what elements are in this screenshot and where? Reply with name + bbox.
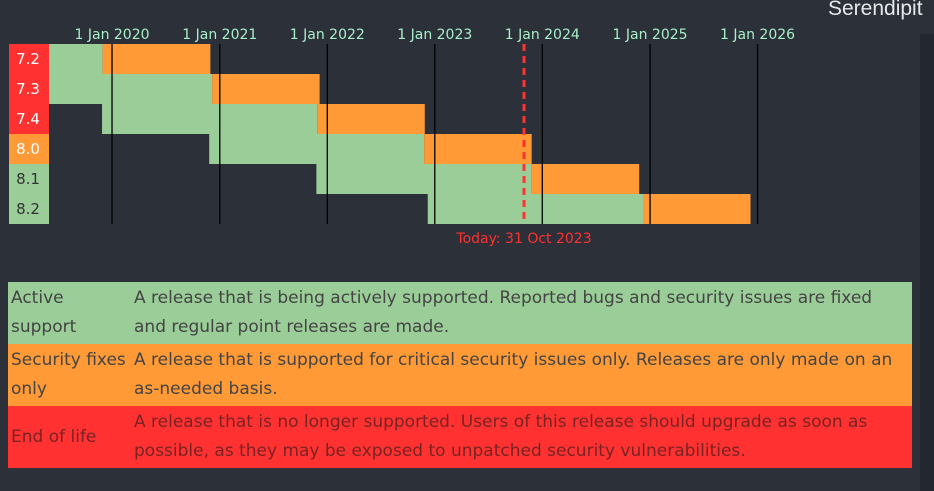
version-label-8.1: 8.1 (16, 170, 40, 188)
security-bar-8.2 (643, 194, 751, 224)
active-bar-8.1 (316, 164, 532, 194)
version-label-7.2: 7.2 (16, 50, 40, 68)
legend-name-security: Security fixes only (11, 350, 126, 399)
active-bar-7.2 (49, 44, 103, 74)
legend-row-eol: End of life A release that is no longer … (8, 406, 912, 468)
active-bar-8.2 (427, 194, 644, 224)
php-release-timeline-chart: 7.2 7.3 7.4 8.0 8.1 8.2 1 Jan 2020 1 Jan 2021 1 … (9, 27, 795, 247)
version-label-8.0: 8.0 (16, 140, 40, 158)
legend-row-security: Security fixes only A release that is su… (8, 344, 912, 406)
legend-description-eol: A release that is no longer supported. U… (134, 412, 868, 461)
version-label-7.3: 7.3 (16, 80, 40, 98)
scrollbar[interactable] (920, 34, 934, 491)
active-bar-7.4 (102, 104, 318, 134)
active-bar-7.3 (49, 74, 213, 104)
x-tick-label-5: 1 Jan 2025 (613, 27, 688, 43)
legend-description-active: A release that is being actively support… (134, 288, 873, 337)
active-bar-8.0 (209, 134, 425, 164)
security-bar-8.0 (424, 134, 532, 164)
legend-table: Active support A release that is being a… (8, 282, 912, 468)
security-bar-7.2 (102, 44, 211, 74)
x-tick-label-4: 1 Jan 2024 (505, 27, 580, 43)
x-tick-label-2: 1 Jan 2022 (290, 27, 365, 43)
security-bar-8.1 (531, 164, 640, 194)
x-tick-label-0: 1 Jan 2020 (75, 27, 150, 43)
security-bar-7.3 (212, 74, 320, 104)
x-tick-label-3: 1 Jan 2023 (397, 27, 472, 43)
legend-description-security: A release that is supported for critical… (134, 350, 893, 399)
x-tick-label-1: 1 Jan 2021 (182, 27, 257, 43)
version-label-8.2: 8.2 (16, 200, 40, 218)
legend-name-eol: End of life (11, 426, 97, 447)
today-label: Today: 31 Oct 2023 (455, 231, 591, 247)
version-label-7.4: 7.4 (16, 110, 40, 128)
legend-row-active: Active support A release that is being a… (8, 282, 912, 344)
security-bar-7.4 (317, 104, 425, 134)
legend-name-active: Active support (11, 288, 77, 337)
x-tick-label-6: 1 Jan 2026 (720, 27, 795, 43)
